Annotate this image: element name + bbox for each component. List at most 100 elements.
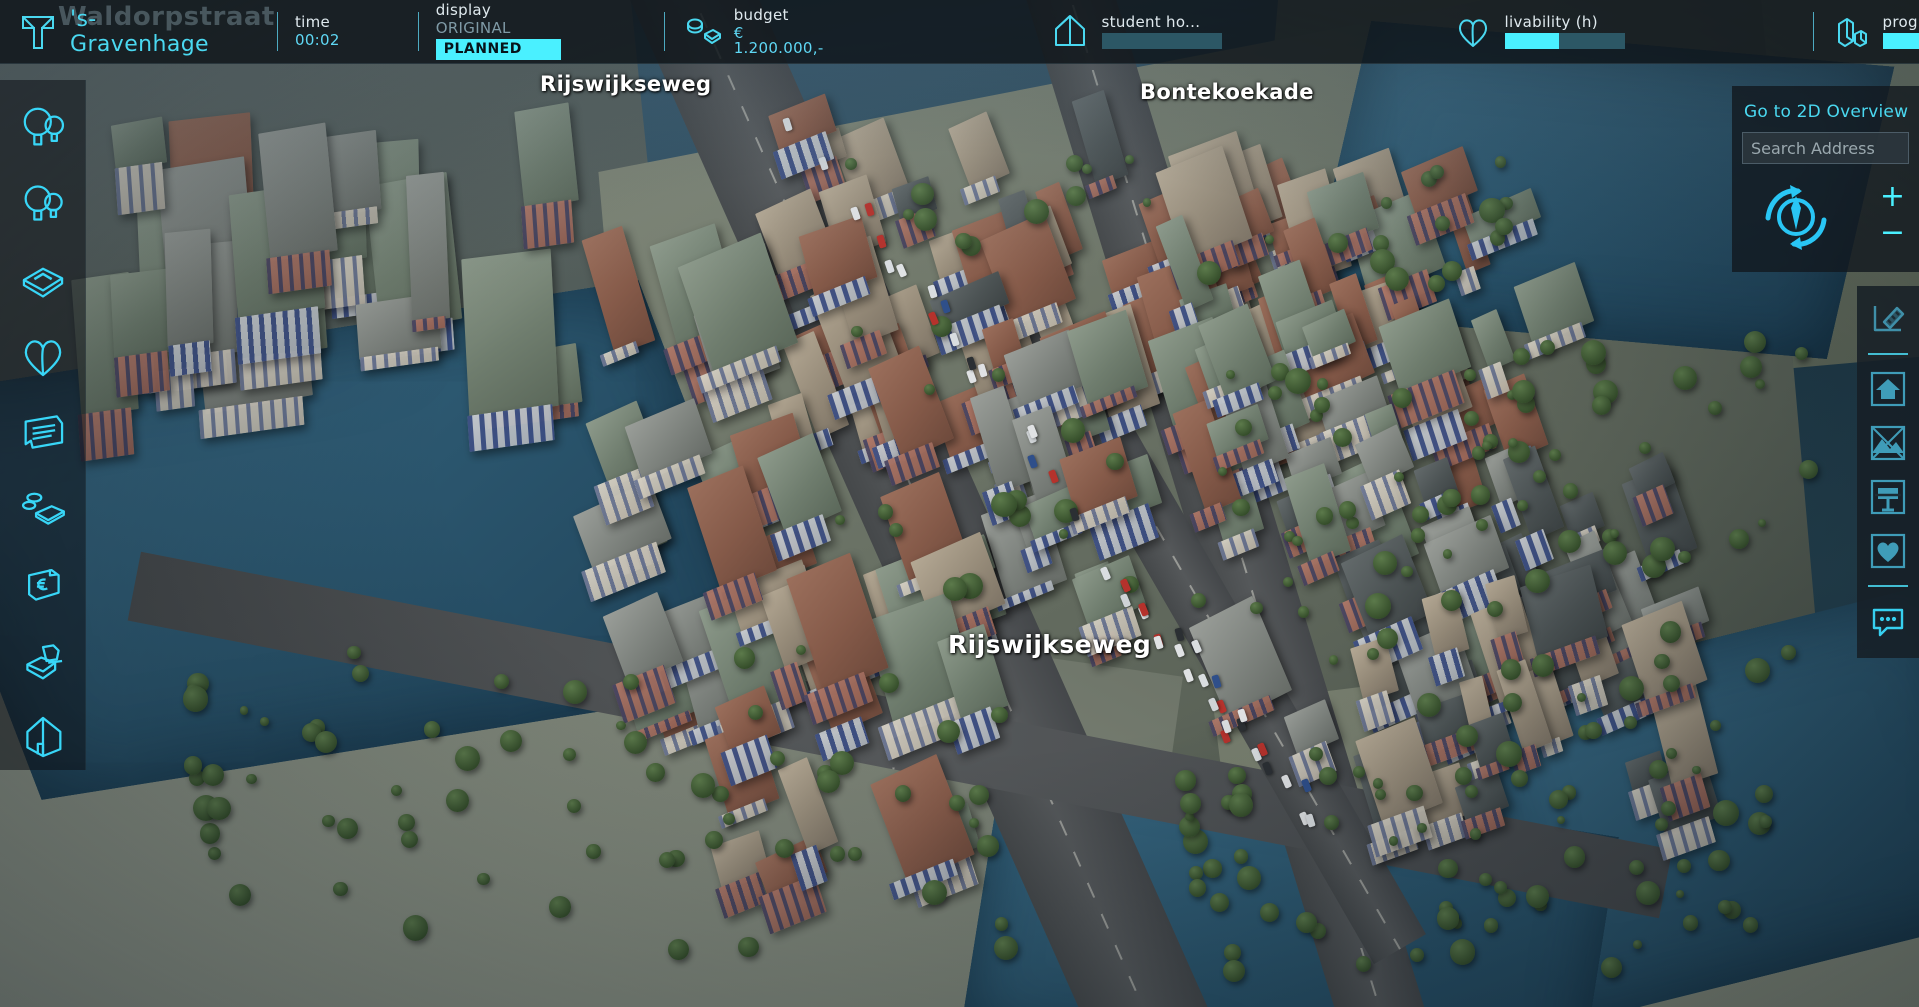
tree — [207, 797, 230, 820]
tree — [835, 515, 845, 525]
tree — [969, 785, 989, 805]
tree — [1430, 165, 1444, 179]
sidebar-item-money-stack-icon[interactable] — [11, 475, 75, 541]
tree — [924, 384, 935, 395]
hud-progress-bar — [1883, 33, 1919, 49]
tree — [1309, 747, 1323, 761]
go-to-2d-overview-button[interactable]: Go to 2D Overview — [1732, 96, 1919, 132]
tree — [1666, 748, 1677, 759]
tree — [1495, 156, 1506, 167]
tree — [1401, 566, 1413, 578]
landscape-box-icon[interactable] — [1865, 420, 1911, 466]
tree — [494, 674, 509, 689]
tree — [969, 818, 979, 828]
tree — [1443, 549, 1453, 559]
tree — [991, 707, 1008, 724]
tree — [1525, 569, 1549, 593]
sidebar-item-trees-small-icon[interactable] — [11, 170, 75, 236]
sidebar-item-euro-payment-icon[interactable] — [11, 551, 75, 617]
tree — [991, 492, 1017, 518]
search-input[interactable] — [1742, 132, 1909, 164]
tree — [1410, 948, 1424, 962]
tree — [1512, 380, 1535, 403]
sidebar-item-construction-icon[interactable] — [11, 628, 75, 694]
tree — [1654, 654, 1670, 670]
tree — [903, 209, 914, 220]
signboard-box-icon[interactable] — [1865, 474, 1911, 520]
tree — [1601, 957, 1622, 978]
tree — [1319, 767, 1337, 785]
tree — [1624, 716, 1637, 729]
tree — [1059, 529, 1069, 539]
application-root: RijswijksewegBontekoekadeRijswijkseweg W… — [0, 0, 1919, 1007]
hud-budget-cell[interactable]: budget € 1.200.000,- — [664, 0, 842, 63]
tree — [246, 774, 256, 784]
tree — [1061, 418, 1086, 443]
tree — [1563, 483, 1579, 499]
tree — [1082, 164, 1092, 174]
tree — [1373, 778, 1384, 789]
sidebar-item-trees-large-icon[interactable] — [11, 94, 75, 160]
building[interactable] — [110, 269, 171, 359]
tree — [770, 751, 785, 766]
tree — [1356, 956, 1371, 971]
zoom-in-button[interactable]: + — [1880, 188, 1905, 206]
tree — [1226, 370, 1235, 379]
building-facade — [521, 199, 574, 249]
sidebar-item-pavement-icon[interactable] — [11, 246, 75, 312]
search-wrapper — [1742, 132, 1909, 164]
tree — [1314, 397, 1330, 413]
tree — [911, 183, 933, 205]
tree — [1713, 800, 1739, 826]
tree — [943, 577, 967, 601]
tree — [1592, 396, 1611, 415]
tree — [1339, 501, 1356, 518]
hud-display-original-option[interactable]: ORIGINAL — [436, 21, 561, 36]
chat-bubble-icon[interactable] — [1865, 598, 1911, 644]
tree — [1639, 442, 1651, 454]
hud-city-cell[interactable]: 's-Gravenhage — [0, 0, 227, 63]
sidebar-item-house-icon[interactable] — [11, 704, 75, 770]
toolbar-separator — [1868, 585, 1908, 587]
hud-time-cell[interactable]: time 00:02 — [277, 0, 358, 63]
heart-box-icon[interactable] — [1865, 528, 1911, 574]
tree — [1758, 519, 1766, 527]
tree — [1455, 767, 1472, 784]
hud-progress-cell[interactable]: progress — [1813, 0, 1919, 63]
tree — [1585, 722, 1602, 739]
tree — [1564, 846, 1586, 868]
hud-topbar: Waldorpstraat 's-Gravenhage time 00:02 d… — [0, 0, 1919, 64]
sidebar-item-chat-icon[interactable] — [11, 399, 75, 465]
hud-progress-label: progress — [1883, 15, 1919, 30]
hud-student-housing-cell[interactable]: student ho... — [1032, 0, 1240, 63]
building[interactable] — [259, 123, 338, 262]
hud-livability-cell[interactable]: livability (h) — [1435, 0, 1643, 63]
tree — [1636, 881, 1660, 905]
tree — [1744, 331, 1766, 353]
toolbar-separator — [1868, 353, 1908, 355]
building[interactable] — [164, 228, 213, 347]
tree — [586, 844, 600, 858]
tree — [1260, 903, 1279, 922]
ruler-measure-icon[interactable] — [1865, 296, 1911, 342]
house-box-icon[interactable] — [1865, 366, 1911, 412]
hud-display-cell[interactable]: display ORIGINAL PLANNED — [418, 0, 579, 63]
sidebar-item-heart-icon[interactable] — [11, 323, 75, 389]
rotate-compass-icon[interactable] — [1746, 172, 1846, 258]
zoom-out-button[interactable]: − — [1880, 224, 1905, 242]
tree — [424, 721, 441, 738]
tree — [1729, 529, 1749, 549]
map-3d-viewport[interactable]: RijswijksewegBontekoekadeRijswijkseweg — [0, 0, 1919, 1007]
tree — [1180, 793, 1201, 814]
building-facade — [168, 340, 212, 376]
tree — [937, 720, 960, 743]
building[interactable] — [405, 172, 449, 322]
tree — [1224, 944, 1241, 961]
house-icon — [1050, 12, 1090, 52]
hud-display-planned-option[interactable]: PLANNED — [436, 39, 561, 60]
hud-student-housing-label: student ho... — [1102, 15, 1222, 30]
building[interactable] — [461, 249, 559, 417]
heart-icon — [1453, 12, 1493, 52]
building[interactable] — [514, 102, 578, 209]
city-name: 's-Gravenhage — [70, 7, 209, 57]
